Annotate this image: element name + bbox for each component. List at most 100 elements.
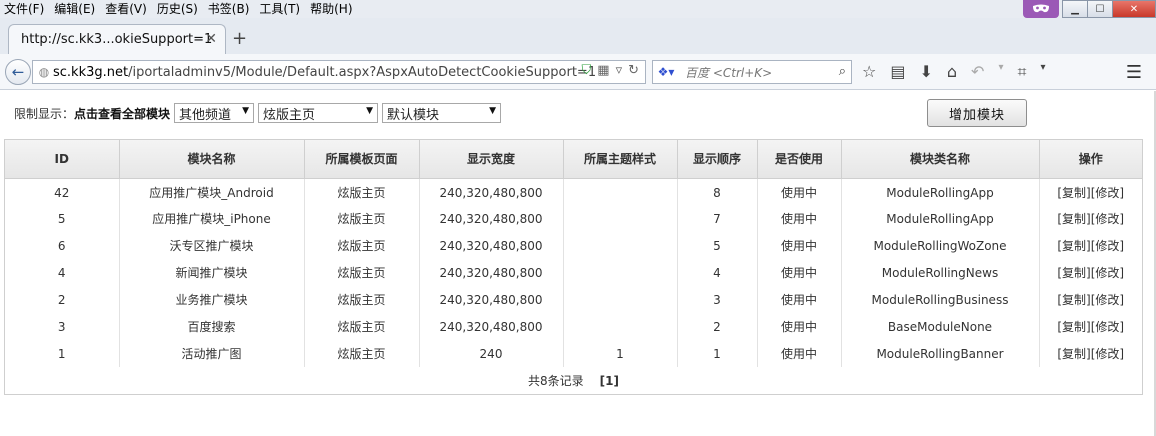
edit-link[interactable]: [修改] — [1091, 320, 1124, 334]
cell-id: 5 — [5, 205, 120, 232]
undo-icon[interactable]: ↶ — [971, 62, 984, 82]
reading-list-icon[interactable]: ▤ — [890, 62, 905, 82]
globe-icon: ◍ — [38, 65, 50, 79]
menu-file[interactable]: 文件(F) — [0, 1, 50, 17]
edit-link[interactable]: [修改] — [1091, 266, 1124, 280]
cell-order: 5 — [677, 232, 758, 259]
cell-name: 业务推广模块 — [119, 286, 305, 313]
qr-icon[interactable]: ▦ — [597, 63, 609, 78]
url-text: sc.kk3g.net/iportaladminv5/Module/Defaul… — [53, 64, 597, 80]
cell-status: 使用中 — [757, 232, 842, 259]
cell-name: 沃专区推广模块 — [119, 232, 305, 259]
page-select[interactable]: 炫版主页 ▼ — [258, 103, 379, 123]
baidu-paw-icon[interactable]: ❖▾ — [653, 65, 679, 79]
col-header-id[interactable]: ID — [5, 140, 120, 179]
copy-link[interactable]: [复制] — [1057, 186, 1090, 200]
dropdown-arrow-icon[interactable]: ▿ — [616, 63, 623, 78]
shield-icon[interactable]: ⛉ — [582, 63, 592, 78]
col-header-order[interactable]: 显示顺序 — [677, 140, 758, 179]
edit-link[interactable]: [修改] — [1091, 212, 1124, 226]
chevron-down-icon: ▼ — [366, 106, 374, 116]
edit-link[interactable]: [修改] — [1091, 239, 1124, 253]
menu-help[interactable]: 帮助(H) — [306, 1, 358, 17]
copy-link[interactable]: [复制] — [1057, 347, 1090, 361]
copy-link[interactable]: [复制] — [1057, 320, 1090, 334]
add-module-button[interactable]: 增加模块 — [927, 99, 1027, 127]
pager: 共8条记录 [1] — [5, 367, 1142, 394]
back-arrow-icon[interactable]: ← — [5, 59, 31, 85]
url-bar[interactable]: ◍ sc.kk3g.net/iportaladminv5/Module/Defa… — [32, 60, 646, 84]
menu-tools[interactable]: 工具(T) — [255, 1, 306, 17]
show-all-link[interactable]: 点击查看全部模块 — [74, 105, 170, 122]
copy-link[interactable]: [复制] — [1057, 212, 1090, 226]
cell-width: 240,320,480,800 — [419, 259, 564, 286]
page-number[interactable]: [1] — [600, 374, 619, 388]
menu-history[interactable]: 历史(S) — [153, 1, 204, 17]
menu-bar: 文件(F) 编辑(E) 查看(V) 历史(S) 书签(B) 工具(T) 帮助(H… — [0, 0, 1156, 18]
copy-link[interactable]: [复制] — [1057, 293, 1090, 307]
cell-id: 4 — [5, 259, 120, 286]
search-icon[interactable]: ⌕ — [839, 64, 846, 79]
cell-order: 2 — [677, 313, 758, 340]
cell-width: 240,320,480,800 — [419, 205, 564, 232]
cell-order: 1 — [677, 340, 758, 367]
table-row: 5 应用推广模块_iPhone 炫版主页 240,320,480,800 7 使… — [5, 205, 1142, 232]
edit-link[interactable]: [修改] — [1091, 347, 1124, 361]
menu-view[interactable]: 查看(V) — [101, 1, 153, 17]
edit-link[interactable]: [修改] — [1091, 186, 1124, 200]
cell-name: 应用推广模块_iPhone — [119, 205, 305, 232]
cell-class: ModuleRollingApp — [841, 205, 1040, 232]
cell-actions: [复制][修改] — [1039, 205, 1142, 232]
cell-theme — [563, 232, 678, 259]
crop-icon[interactable]: ⌗ — [1017, 62, 1026, 82]
cell-class: ModuleRollingWoZone — [841, 232, 1040, 259]
cell-actions: [复制][修改] — [1039, 286, 1142, 313]
table-body: 42 应用推广模块_Android 炫版主页 240,320,480,800 8… — [5, 178, 1142, 367]
copy-link[interactable]: [复制] — [1057, 266, 1090, 280]
mask-icon[interactable] — [1023, 0, 1059, 18]
cell-theme — [563, 259, 678, 286]
search-bar[interactable]: ❖▾ 百度 <Ctrl+K> ⌕ — [652, 60, 852, 84]
tab-close-icon[interactable]: ✕ — [205, 31, 217, 47]
col-header-name[interactable]: 模块名称 — [119, 140, 305, 179]
close-icon[interactable]: ✕ — [1112, 0, 1156, 18]
tab-strip: http://sc.kk3...okieSupport=1 ✕ + — [0, 18, 1156, 54]
col-header-width[interactable]: 显示宽度 — [419, 140, 564, 179]
module-select[interactable]: 默认模块 ▼ — [382, 103, 502, 123]
tab-current[interactable]: http://sc.kk3...okieSupport=1 ✕ — [8, 24, 226, 54]
col-header-page[interactable]: 所属模板页面 — [304, 140, 420, 179]
copy-link[interactable]: [复制] — [1057, 239, 1090, 253]
channel-select[interactable]: 其他频道 ▼ — [174, 103, 255, 123]
cell-actions: [复制][修改] — [1039, 313, 1142, 340]
col-header-theme[interactable]: 所属主题样式 — [563, 140, 678, 179]
col-header-status[interactable]: 是否使用 — [757, 140, 842, 179]
cell-id: 2 — [5, 286, 120, 313]
star-icon[interactable]: ☆ — [862, 62, 876, 82]
menu-bookmarks[interactable]: 书签(B) — [204, 1, 256, 17]
cell-page: 炫版主页 — [304, 259, 420, 286]
crop-dropdown-icon[interactable]: ▾ — [1040, 62, 1045, 82]
module-table: ID 模块名称 所属模板页面 显示宽度 所属主题样式 显示顺序 是否使用 模块类… — [4, 139, 1143, 395]
cell-class: ModuleRollingNews — [841, 259, 1040, 286]
menu-edit[interactable]: 编辑(E) — [50, 1, 101, 17]
download-icon[interactable]: ⬇ — [919, 62, 932, 82]
reload-icon[interactable]: ↻ — [628, 63, 639, 78]
cell-theme — [563, 313, 678, 340]
maximize-icon[interactable]: ☐ — [1087, 0, 1113, 18]
new-tab-icon[interactable]: + — [232, 28, 247, 49]
cell-id: 6 — [5, 232, 120, 259]
window-controls: ▁ ☐ ✕ — [1023, 0, 1156, 18]
edit-link[interactable]: [修改] — [1091, 293, 1124, 307]
cell-name: 新闻推广模块 — [119, 259, 305, 286]
menu-icon[interactable]: ☰ — [1126, 62, 1142, 83]
minimize-icon[interactable]: ▁ — [1062, 0, 1088, 18]
cell-order: 7 — [677, 205, 758, 232]
cell-page: 炫版主页 — [304, 313, 420, 340]
home-icon[interactable]: ⌂ — [947, 62, 957, 82]
tab-title: http://sc.kk3...okieSupport=1 — [21, 32, 213, 47]
cell-status: 使用中 — [757, 178, 842, 205]
cell-class: ModuleRollingApp — [841, 178, 1040, 205]
cell-page: 炫版主页 — [304, 232, 420, 259]
col-header-class[interactable]: 模块类名称 — [841, 140, 1040, 179]
undo-dropdown-icon[interactable]: ▾ — [998, 62, 1003, 82]
